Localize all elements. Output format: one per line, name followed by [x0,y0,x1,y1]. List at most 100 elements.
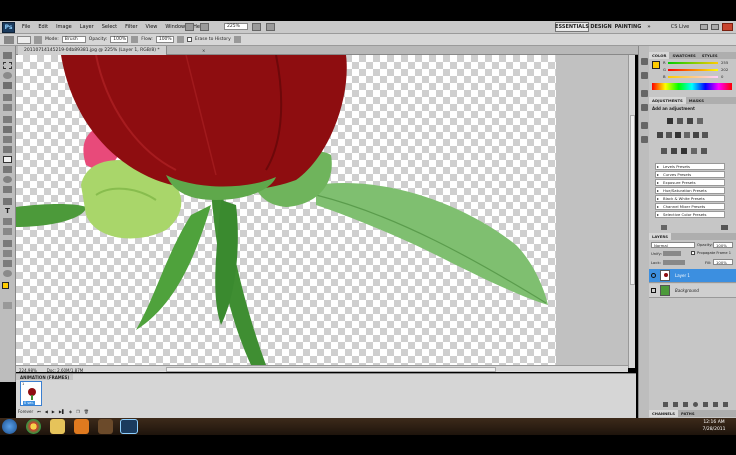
menu-edit[interactable]: Edit [34,24,52,30]
visibility-box-icon[interactable] [651,288,656,293]
chrome-icon[interactable] [26,419,41,434]
zoom-tool-icon[interactable] [3,270,12,277]
visibility-eye-icon[interactable] [651,273,656,278]
start-button-icon[interactable] [2,419,17,434]
document-close-icon[interactable]: × [202,48,207,53]
actions-panel-icon[interactable] [641,72,648,79]
menu-view[interactable]: View [142,24,162,30]
history-panel-icon[interactable] [641,58,648,65]
workspace-essentials-button[interactable]: ESSENTIALS [555,22,589,32]
pressure-size-icon[interactable] [233,36,241,43]
clone-source-panel-icon[interactable] [641,104,648,111]
r-value[interactable]: 255 [721,60,728,65]
preset-channel-mixer[interactable]: Channel Mixer Presets [655,203,725,210]
trash-icon[interactable] [723,401,728,407]
preset-hue-saturation[interactable]: Hue/Saturation Presets [655,187,725,194]
erase-to-history-checkbox[interactable] [186,37,192,42]
menu-select[interactable]: Select [98,24,121,30]
background-layer-name[interactable]: Background [675,288,699,293]
maximize-icon[interactable] [711,24,719,30]
arrange-documents-icon[interactable] [252,23,261,31]
history-brush-tool-icon[interactable] [3,146,12,153]
eyedropper-tool-icon[interactable] [3,104,12,111]
canvas-area[interactable] [16,55,628,365]
airbrush-icon[interactable] [176,36,184,43]
frame-delay[interactable]: 0 sec. [23,401,36,405]
vertical-scroll-thumb[interactable] [630,115,635,285]
link-layers-icon[interactable] [663,401,668,407]
marquee-tool-icon[interactable] [3,62,12,69]
color-foreground-swatch[interactable] [652,61,660,69]
minimize-icon[interactable] [700,24,708,30]
propagate-frame-checkbox[interactable] [691,251,695,255]
posterize-icon[interactable] [671,148,677,154]
layer-row-background[interactable]: Background [649,284,736,298]
color-spectrum-ramp[interactable] [652,83,732,90]
gradient-tool-icon[interactable] [3,166,12,173]
hand-icon[interactable] [200,23,209,31]
media-player-icon[interactable] [74,419,89,434]
screen-mode-icon[interactable] [266,23,275,31]
unify-icons[interactable] [663,251,681,256]
tab-layers[interactable]: LAYERS [649,233,671,240]
tween-icon[interactable]: ◈ [69,409,72,414]
previous-frame-icon[interactable]: ◀ [45,409,48,414]
tab-channels[interactable]: CHANNELS [649,410,679,417]
layer-row-layer-1[interactable]: Layer 1 [649,269,736,283]
channel-mixer-icon[interactable] [702,132,708,138]
photo-filter-icon[interactable] [693,132,699,138]
exposure-icon[interactable] [697,118,703,124]
more-workspaces-button[interactable]: » [645,22,653,32]
brush-panel-icon[interactable] [34,35,42,44]
animation-frame[interactable]: 1 0 sec. [20,381,42,406]
layer-opacity-field[interactable]: 100% [713,242,733,248]
character-panel-icon[interactable] [641,122,648,129]
levels-icon[interactable] [677,118,683,124]
adjustment-layer-icon[interactable] [693,401,698,407]
lasso-tool-icon[interactable] [3,72,12,79]
invert-icon[interactable] [661,148,667,154]
new-adjustment-icon[interactable] [721,225,728,230]
curves-icon[interactable] [687,118,693,124]
peony-image[interactable] [16,55,556,365]
pen-tool-icon[interactable] [3,198,12,205]
cs-live-button[interactable]: CS Live [668,22,692,32]
next-frame-icon[interactable]: ▶▌ [59,409,65,414]
photoshop-taskbar-icon[interactable] [120,419,138,434]
preset-exposure[interactable]: Exposure Presets [655,179,725,186]
preset-levels[interactable]: Levels Presets [655,163,725,170]
black-white-icon[interactable] [684,132,690,138]
loop-select[interactable]: Forever [18,409,33,414]
healing-brush-tool-icon[interactable] [3,116,12,123]
preset-curves[interactable]: Curves Presets [655,171,725,178]
g-slider[interactable] [668,69,718,71]
selective-color-icon[interactable] [701,148,707,154]
3d-rotate-tool-icon[interactable] [3,240,12,247]
adjustment-panel-footer-icon[interactable] [661,225,667,230]
gradient-map-icon[interactable] [691,148,697,154]
document-tab[interactable]: 20110714145219-04b89381.jpg @ 225% (Laye… [18,46,167,55]
lock-icons[interactable] [663,260,685,265]
close-icon[interactable] [722,23,733,31]
workspace-design-button[interactable]: DESIGN [590,22,611,32]
first-frame-icon[interactable]: ⏮ [37,409,41,414]
clone-stamp-tool-icon[interactable] [3,136,12,143]
fill-field[interactable]: 100% [713,259,733,265]
animation-frames-tab[interactable]: ANIMATION (FRAMES) [16,374,74,380]
pressure-opacity-icon[interactable] [131,36,139,43]
r-slider[interactable] [668,62,718,64]
hue-saturation-icon[interactable] [666,132,672,138]
brightness-contrast-icon[interactable] [667,118,673,124]
b-slider[interactable] [668,76,718,78]
new-layer-icon[interactable] [713,401,718,407]
opacity-field[interactable]: 100% [110,36,129,43]
tab-swatches[interactable]: SWATCHES [669,52,698,59]
blend-mode-select[interactable]: Normal [651,242,695,248]
blur-tool-icon[interactable] [3,176,12,183]
flow-field[interactable]: 100% [155,36,174,43]
tab-masks[interactable]: MASKS [686,97,707,104]
vibrance-icon[interactable] [657,132,663,138]
system-clock[interactable]: 12:16 AM 7/28/2011 [694,419,734,434]
b-value[interactable]: 0 [721,74,723,79]
3d-orbit-tool-icon[interactable] [3,250,12,257]
